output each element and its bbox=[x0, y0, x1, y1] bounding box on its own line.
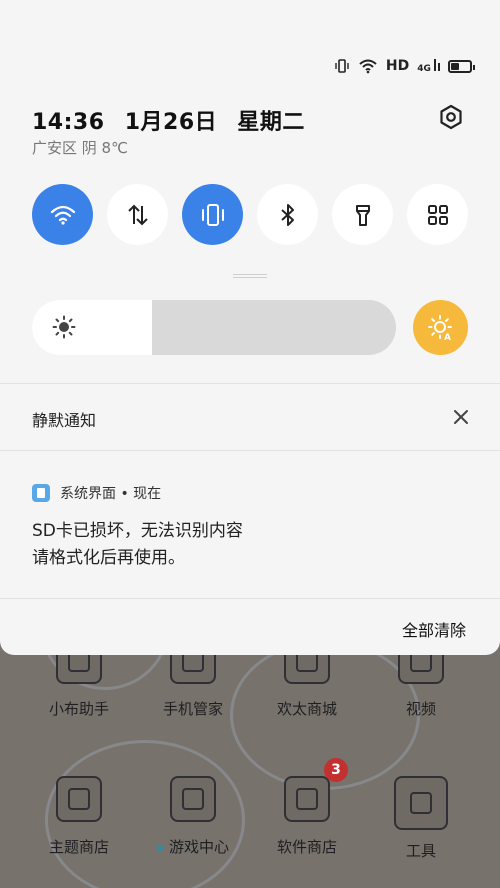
settings-button[interactable] bbox=[434, 100, 468, 134]
mobile-data-toggle[interactable] bbox=[107, 184, 168, 245]
bluetooth-toggle[interactable] bbox=[257, 184, 318, 245]
app-label: 游戏中心 bbox=[136, 836, 250, 857]
notification-header: 系统界面 • 现在 bbox=[32, 483, 161, 503]
status-bar: HD 4G bbox=[334, 55, 475, 77]
theme-store-app-icon bbox=[56, 776, 102, 822]
section-divider bbox=[0, 383, 500, 384]
grid-icon bbox=[427, 204, 448, 225]
weekday: 星期二 bbox=[237, 110, 305, 135]
wifi-status-icon bbox=[359, 59, 377, 74]
app-software-store[interactable]: 3 软件商店 bbox=[250, 758, 364, 857]
app-label: 手机管家 bbox=[162, 700, 223, 718]
vibrate-toggle[interactable] bbox=[182, 184, 243, 245]
app-label: 工具 bbox=[405, 842, 436, 860]
signal-icon bbox=[434, 58, 440, 71]
app-label: 主题商店 bbox=[48, 838, 109, 856]
signal-indicator: 4G bbox=[417, 58, 440, 74]
app-label: 欢太商城 bbox=[276, 700, 337, 718]
bluetooth-icon bbox=[280, 203, 294, 226]
notification-text-line: 请格式化后再使用。 bbox=[32, 548, 185, 568]
auto-brightness-icon: A bbox=[427, 314, 452, 342]
gear-icon bbox=[440, 104, 462, 130]
notification-shade: HD 4G 14:36 1月26日 星期二 广安区 阴 8℃ A 静默通知 系统… bbox=[0, 0, 500, 655]
app-tools-folder[interactable]: 工具 bbox=[364, 776, 478, 861]
section-divider bbox=[0, 450, 500, 451]
weather-info: 广安区 阴 8℃ bbox=[32, 139, 128, 157]
vibrate-status-icon bbox=[335, 59, 349, 73]
new-dot-icon bbox=[156, 844, 163, 851]
notification-body: SD卡已损坏，无法识别内容 请格式化后再使用。 bbox=[32, 518, 243, 572]
date-time: 14:36 1月26日 星期二 bbox=[32, 104, 317, 136]
clock-time: 14:36 bbox=[32, 110, 105, 135]
network-type-label: HD bbox=[385, 58, 410, 74]
app-label: 小布助手 bbox=[48, 700, 109, 718]
tools-folder-icon bbox=[394, 776, 448, 830]
brightness-slider[interactable] bbox=[32, 300, 396, 355]
section-divider bbox=[0, 598, 500, 599]
more-tiles-button[interactable] bbox=[407, 184, 468, 245]
expand-handle[interactable] bbox=[233, 274, 267, 278]
notification-badge: 3 bbox=[324, 758, 348, 782]
software-store-app-icon: 3 bbox=[284, 758, 348, 822]
flashlight-toggle[interactable] bbox=[332, 184, 393, 245]
clear-all-button[interactable]: 全部清除 bbox=[402, 617, 466, 641]
svg-text:A: A bbox=[444, 333, 451, 342]
date: 1月26日 bbox=[124, 110, 218, 135]
game-center-app-icon bbox=[170, 776, 216, 822]
notification-app-name: 系统界面 • 现在 bbox=[60, 486, 162, 502]
close-icon[interactable] bbox=[450, 406, 472, 428]
flashlight-icon bbox=[355, 204, 370, 226]
app-theme-store[interactable]: 主题商店 bbox=[22, 776, 136, 857]
auto-brightness-toggle[interactable]: A bbox=[413, 300, 468, 355]
wifi-toggle[interactable] bbox=[32, 184, 93, 245]
brightness-icon bbox=[52, 315, 76, 339]
app-game-center[interactable]: 游戏中心 bbox=[136, 776, 250, 857]
data-arrows-icon bbox=[127, 204, 148, 225]
app-label: 软件商店 bbox=[276, 838, 337, 856]
wifi-icon bbox=[50, 205, 75, 225]
system-ui-app-icon bbox=[32, 484, 50, 502]
silent-notifications-title: 静默通知 bbox=[32, 411, 97, 430]
battery-icon bbox=[448, 59, 475, 73]
notification-text-line: SD卡已损坏，无法识别内容 bbox=[32, 521, 243, 541]
vibrate-icon bbox=[201, 203, 224, 226]
quick-settings bbox=[32, 184, 468, 245]
app-label: 视频 bbox=[405, 700, 436, 718]
brightness-fill bbox=[32, 300, 153, 355]
